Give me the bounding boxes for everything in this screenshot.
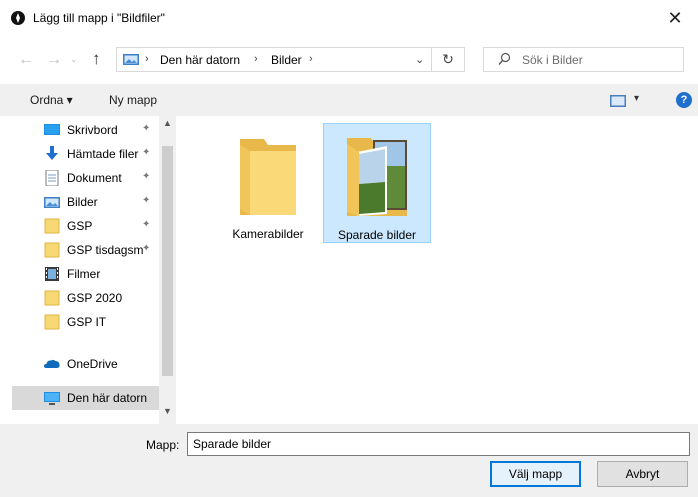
app-icon (11, 11, 25, 25)
onedrive-icon (44, 359, 60, 368)
folder-item-sparade-bilder[interactable]: Sparade bilder (323, 123, 431, 243)
pin-icon: ✦ (142, 219, 151, 230)
title-bar: Lägg till mapp i "Bildfiler" ✕ (0, 0, 698, 36)
sidebar-item-videos[interactable]: Filmer (12, 262, 160, 286)
folder-field-label: Mapp: (146, 438, 180, 452)
this-pc-icon (44, 392, 60, 405)
folder-name: Sparade bilder (337, 228, 417, 242)
breadcrumb-separator[interactable]: › (254, 53, 258, 65)
recent-locations-button[interactable]: ⌄ (70, 54, 78, 65)
pin-icon: ✦ (142, 123, 151, 134)
folder-name-field[interactable] (187, 432, 690, 456)
scroll-thumb[interactable] (162, 146, 173, 376)
sidebar-item-label: Skrivbord (67, 123, 118, 137)
folder-icon (240, 139, 296, 215)
dialog-footer: Mapp: Välj mapp Avbryt (0, 424, 698, 497)
sidebar-item-desktop[interactable]: Skrivbord ✦ (12, 118, 160, 142)
new-folder-button[interactable]: Ny mapp (109, 93, 157, 107)
sidebar-item-label: Hämtade filer (67, 147, 139, 161)
sidebar-item-gsp-it[interactable]: GSP IT (12, 310, 160, 334)
sidebar-item-onedrive[interactable]: OneDrive (12, 352, 160, 376)
organize-button[interactable]: Ordna ▾ (30, 93, 73, 107)
scroll-down-icon[interactable]: ▼ (159, 406, 176, 420)
view-icon (610, 95, 626, 107)
sidebar-item-gsp-tisdagsm[interactable]: GSP tisdagsm ✦ (12, 238, 160, 262)
folder-name: Kamerabilder (232, 227, 304, 241)
pin-icon: ✦ (142, 147, 151, 158)
back-button[interactable]: ← (18, 51, 34, 69)
refresh-icon: ↻ (442, 51, 454, 67)
film-icon (45, 267, 59, 281)
sidebar-item-label: GSP tisdagsm (67, 243, 144, 257)
close-button[interactable]: ✕ (652, 0, 698, 36)
sidebar-item-label: Dokument (67, 171, 122, 185)
pictures-icon (44, 197, 60, 208)
up-button[interactable]: ↑ (92, 49, 101, 69)
search-placeholder: Sök i Bilder (522, 53, 583, 67)
search-icon (498, 52, 511, 65)
sidebar-scrollbar[interactable]: ▲ ▼ (159, 116, 176, 424)
sidebar-item-label: GSP IT (67, 315, 107, 329)
cancel-button[interactable]: Avbryt (597, 461, 688, 487)
sidebar-item-pictures[interactable]: Bilder ✦ (12, 190, 160, 214)
address-dropdown-icon[interactable]: ⌄ (415, 53, 424, 66)
sidebar-item-label: Bilder (67, 195, 98, 209)
address-bar[interactable]: › Den här datorn › Bilder › ⌄ (116, 47, 432, 72)
navigation-bar: ← → ⌄ ↑ › Den här datorn › Bilder › ⌄ ↻ … (0, 36, 698, 84)
sidebar-item-label: Den här datorn (67, 391, 148, 405)
folder-icon (44, 218, 60, 234)
sidebar-item-documents[interactable]: Dokument ✦ (12, 166, 160, 190)
folder-with-photos-icon (347, 138, 407, 216)
command-bar: Ordna ▾ Ny mapp ▾ ? (0, 84, 698, 116)
document-icon (45, 170, 59, 186)
pin-icon: ✦ (142, 195, 151, 206)
breadcrumb-separator[interactable]: › (145, 53, 149, 65)
folder-icon (44, 314, 60, 330)
folder-icon (44, 290, 60, 306)
refresh-button[interactable]: ↻ (432, 47, 465, 72)
breadcrumb-pictures[interactable]: Bilder (271, 53, 302, 67)
close-icon: ✕ (667, 7, 683, 28)
download-icon (46, 146, 58, 160)
view-dropdown-icon: ▾ (634, 93, 640, 104)
desktop-icon (44, 124, 60, 135)
folder-item-kamerabilder[interactable]: Kamerabilder (214, 123, 322, 243)
navigation-pane: Skrivbord ✦ Hämtade filer ✦ Dokument ✦ B… (0, 116, 176, 424)
help-icon[interactable]: ? (676, 92, 692, 108)
sidebar-item-label: Filmer (67, 267, 101, 281)
sidebar-item-this-pc[interactable]: Den här datorn (12, 386, 160, 410)
pin-icon: ✦ (142, 171, 151, 182)
select-folder-button[interactable]: Välj mapp (490, 461, 581, 487)
sidebar-item-downloads[interactable]: Hämtade filer ✦ (12, 142, 160, 166)
search-input[interactable]: Sök i Bilder (483, 47, 684, 72)
folder-view: Kamerabilder Sparade bilder (176, 116, 698, 424)
sidebar-item-gsp[interactable]: GSP ✦ (12, 214, 160, 238)
sidebar-item-label: OneDrive (67, 357, 118, 371)
folder-icon (44, 242, 60, 258)
sidebar-item-label: GSP (67, 219, 93, 233)
breadcrumb-separator[interactable]: › (309, 53, 313, 65)
scroll-up-icon[interactable]: ▲ (159, 118, 176, 132)
pictures-icon (123, 54, 139, 65)
forward-button[interactable]: → (46, 51, 62, 69)
window-title: Lägg till mapp i "Bildfiler" (33, 11, 165, 25)
sidebar-item-label: GSP 2020 (67, 291, 123, 305)
sidebar-item-gsp-2020[interactable]: GSP 2020 (12, 286, 160, 310)
pin-icon: ✦ (142, 243, 151, 254)
change-view-button[interactable]: ▾ (610, 92, 644, 110)
breadcrumb-this-pc[interactable]: Den här datorn (160, 53, 240, 67)
